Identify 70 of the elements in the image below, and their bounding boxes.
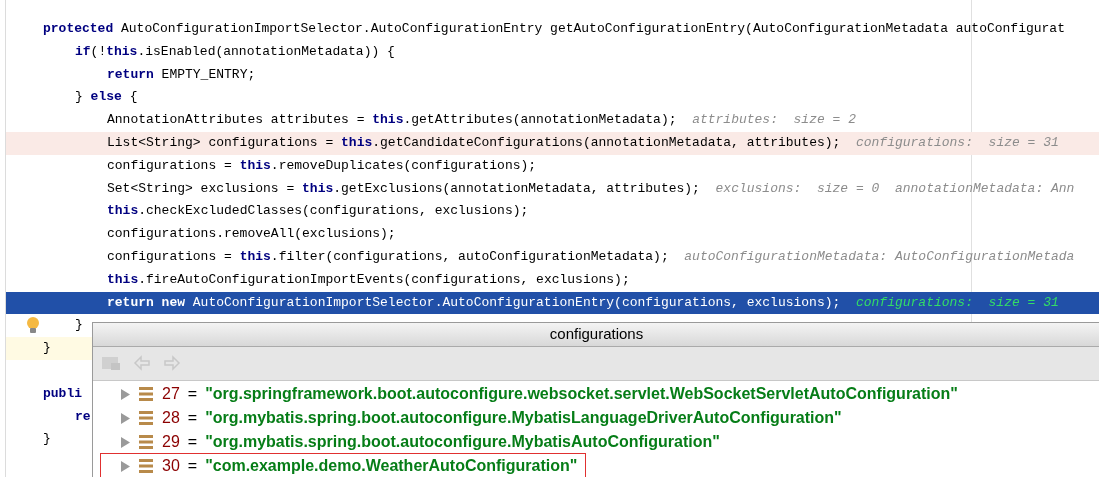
code-text: }: [43, 340, 51, 356]
code-text: configurations =: [107, 157, 233, 173]
inline-value-hint: autoConfigurationMetadata: AutoConfigurationMetada: [684, 248, 1075, 264]
code-text: EMPTY_ENTRY;: [160, 66, 256, 82]
expand-triangle-icon[interactable]: [121, 460, 130, 472]
code-text: .getExclusions(annotationMetadata, attributes);: [333, 180, 701, 196]
inline-value-hint: exclusions: size = 0 annotationMetadata: Ann: [715, 180, 1075, 196]
keyword: this: [341, 135, 373, 150]
code-text: (!: [90, 43, 107, 59]
list-stack-icon: [138, 458, 154, 474]
keyword: else: [90, 89, 122, 105]
equals-sign: =: [187, 456, 198, 476]
variable-value: "org.springframework.boot.autoconfigure.websocket.servlet.WebSocketServletAutoConfiguration": [205, 384, 958, 404]
keyword: this: [239, 157, 271, 173]
inline-value-hint: configurations: size = 31: [855, 135, 1059, 150]
popup-title: configurations: [549, 324, 644, 344]
code-text: configurations.removeAll(exclusions);: [107, 226, 396, 242]
code-text: AutoConfigurationImportSelector.AutoConfigurationEntry getAutoConfigurationEntry(AutoConfigurationMetadata autoConfigurat: [120, 21, 1065, 36]
expand-triangle-icon[interactable]: [121, 412, 130, 424]
keyword: this: [107, 203, 139, 219]
keyword: this: [106, 43, 138, 59]
list-stack-icon: [138, 434, 154, 450]
variable-row[interactable]: 30 = "com.example.demo.WeatherAutoConfiguration": [101, 454, 586, 477]
lightbulb-icon[interactable]: [26, 316, 40, 335]
code-text: }: [75, 89, 84, 105]
folder-icon[interactable]: [101, 355, 121, 372]
code-text: }: [43, 431, 51, 447]
keyword: this: [372, 112, 404, 128]
variable-index: 27: [162, 384, 180, 404]
keyword: re: [75, 408, 91, 424]
inline-value-hint: configurations: size = 31: [855, 294, 1059, 310]
keyword: protected: [43, 21, 114, 36]
equals-sign: =: [187, 384, 198, 404]
keyword: this: [239, 248, 271, 264]
code-text: configurations =: [107, 248, 233, 264]
code-text: .checkExcludedClasses(configurations, exclusions);: [138, 203, 529, 219]
code-text: Set<String> exclusions =: [107, 180, 296, 196]
expand-triangle-icon[interactable]: [121, 436, 130, 448]
code-text: }: [75, 317, 83, 333]
equals-sign: =: [187, 408, 198, 428]
variable-row[interactable]: 28 = "org.mybatis.spring.boot.autoconfigure.MybatisLanguageDriverAutoConfiguration": [121, 406, 850, 430]
inline-value-hint: attributes: size = 2: [692, 112, 856, 128]
code-text: AnnotationAttributes attributes =: [107, 112, 366, 128]
keyword: if: [75, 43, 91, 59]
keyword: this: [302, 180, 334, 196]
code-text: .getCandidateConfigurations(annotationMetadata, attributes);: [372, 135, 842, 150]
code-text: .removeDuplicates(configurations);: [270, 157, 537, 173]
list-stack-icon: [138, 410, 154, 426]
variable-row[interactable]: 29 = "org.mybatis.spring.boot.autoconfigure.MybatisAutoConfiguration": [121, 430, 728, 454]
expand-triangle-icon[interactable]: [121, 388, 130, 400]
keyword: return: [107, 66, 154, 82]
code-text: AutoConfigurationImportSelector.AutoConfigurationEntry(configurations, exclusions);: [191, 294, 842, 310]
variable-index: 29: [162, 432, 180, 452]
equals-sign: =: [187, 432, 198, 452]
code-text: .filter(configurations, autoConfigurationMetadata);: [270, 248, 670, 264]
variable-index: 30: [162, 456, 180, 476]
code-text: .getAttributes(annotationMetadata);: [403, 112, 678, 128]
variable-value: "com.example.demo.WeatherAutoConfiguration": [205, 456, 578, 476]
variable-index: 28: [162, 408, 180, 428]
variable-row[interactable]: 27 = "org.springframework.boot.autoconfigure.websocket.servlet.WebSocketServletAutoConfiguration": [121, 382, 966, 406]
list-stack-icon: [138, 386, 154, 402]
code-text: {: [128, 89, 138, 105]
code-text: .isEnabled(annotationMetadata)) {: [137, 43, 395, 59]
keyword: publi: [43, 385, 82, 401]
keyword: this: [107, 271, 139, 287]
variable-value: "org.mybatis.spring.boot.autoconfigure.MybatisAutoConfiguration": [205, 432, 720, 452]
code-text: .fireAutoConfigurationImportEvents(configurations, exclusions);: [138, 271, 630, 287]
code-text: List<String> configurations =: [107, 135, 335, 150]
keyword: return new: [107, 294, 185, 310]
variable-value: "org.mybatis.spring.boot.autoconfigure.MybatisLanguageDriverAutoConfiguration": [205, 408, 842, 428]
